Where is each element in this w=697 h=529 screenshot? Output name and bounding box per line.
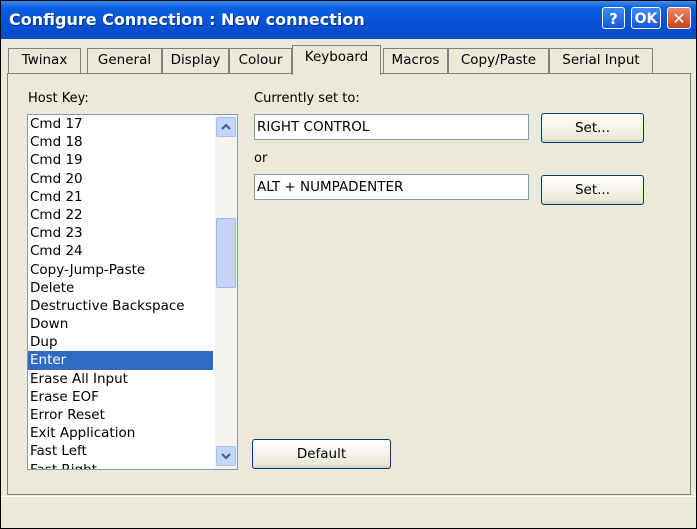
ok-button[interactable]: OK (631, 7, 661, 29)
primary-key-field[interactable]: RIGHT CONTROL (254, 114, 529, 140)
configure-connection-window: Configure Connection : New connection ? … (0, 0, 697, 529)
title-bar: Configure Connection : New connection ? … (1, 1, 696, 39)
list-item-selected[interactable]: Enter (28, 351, 213, 370)
divider (1, 496, 696, 497)
list-item[interactable]: Cmd 22 (28, 206, 213, 224)
tab-colour[interactable]: Colour (229, 48, 292, 73)
list-item[interactable]: Cmd 24 (28, 242, 213, 260)
list-item[interactable]: Error Reset (28, 406, 213, 424)
tab-twinax[interactable]: Twinax (8, 48, 81, 73)
default-button[interactable]: Default (252, 439, 391, 469)
help-button[interactable]: ? (602, 7, 625, 29)
tab-copy-paste[interactable]: Copy/Paste (448, 48, 549, 73)
host-key-list[interactable]: Cmd 17 Cmd 18 Cmd 19 Cmd 20 Cmd 21 Cmd 2… (27, 114, 238, 470)
list-item[interactable]: Cmd 23 (28, 224, 213, 242)
list-item[interactable]: Fast Right (28, 461, 213, 469)
chevron-up-icon[interactable] (216, 117, 236, 137)
list-item[interactable]: Erase All Input (28, 370, 213, 388)
or-label: or (254, 151, 268, 166)
list-item[interactable]: Cmd 17 (28, 115, 213, 133)
tab-keyboard[interactable]: Keyboard (292, 45, 381, 75)
host-key-label: Host Key: (28, 91, 89, 106)
list-scrollbar[interactable] (215, 115, 237, 469)
set-secondary-button[interactable]: Set... (541, 175, 644, 205)
chevron-down-icon[interactable] (216, 446, 236, 466)
list-item[interactable]: Exit Application (28, 424, 213, 442)
list-item[interactable]: Cmd 21 (28, 188, 213, 206)
list-item[interactable]: Dup (28, 333, 213, 351)
tab-general[interactable]: General (87, 48, 162, 73)
host-key-items: Cmd 17 Cmd 18 Cmd 19 Cmd 20 Cmd 21 Cmd 2… (28, 115, 213, 469)
list-item[interactable]: Cmd 19 (28, 151, 213, 169)
set-primary-button[interactable]: Set... (541, 113, 644, 143)
list-item[interactable]: Cmd 20 (28, 170, 213, 188)
tab-macros[interactable]: Macros (383, 48, 448, 73)
list-item[interactable]: Cmd 18 (28, 133, 213, 151)
list-item[interactable]: Destructive Backspace (28, 297, 213, 315)
scroll-thumb[interactable] (216, 218, 236, 288)
list-item[interactable]: Erase EOF (28, 388, 213, 406)
currently-set-label: Currently set to: (254, 91, 360, 106)
tab-display[interactable]: Display (162, 48, 229, 73)
close-button[interactable]: ✕ (667, 7, 691, 29)
list-item[interactable]: Delete (28, 279, 213, 297)
tab-serial-input[interactable]: Serial Input (549, 48, 653, 73)
list-item[interactable]: Fast Left (28, 442, 213, 460)
window-title: Configure Connection : New connection (9, 10, 365, 29)
list-item[interactable]: Down (28, 315, 213, 333)
secondary-key-field[interactable]: ALT + NUMPADENTER (254, 174, 529, 200)
list-item[interactable]: Copy-Jump-Paste (28, 261, 213, 279)
